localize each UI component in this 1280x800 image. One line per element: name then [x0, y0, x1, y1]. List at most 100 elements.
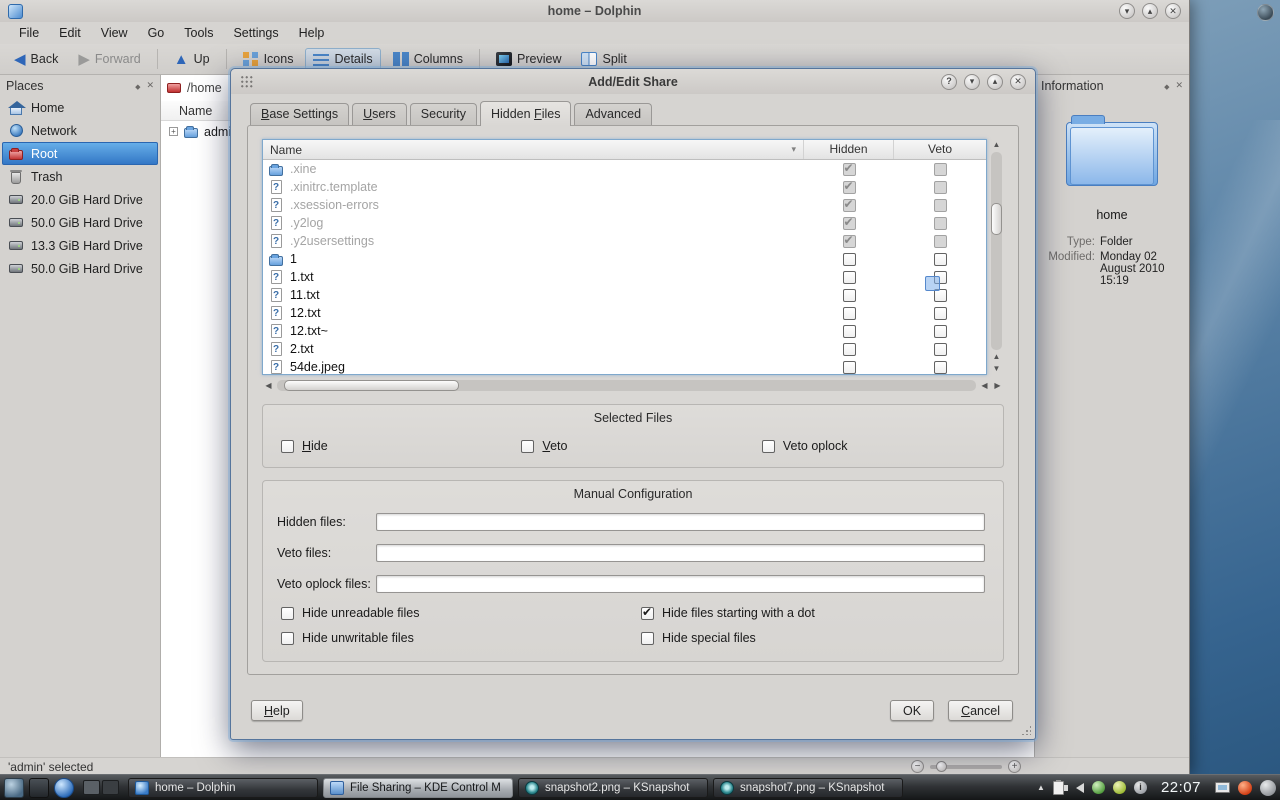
resize-grip[interactable] — [1021, 725, 1031, 735]
place-item[interactable]: Network — [2, 119, 158, 142]
hidden-checkbox[interactable] — [842, 252, 856, 266]
scrollbar-track[interactable] — [277, 380, 976, 391]
file-row[interactable]: 1.txt — [263, 268, 986, 286]
veto-checkbox[interactable] — [933, 180, 947, 194]
task-button[interactable]: File Sharing – KDE Control M — [323, 777, 513, 798]
hidden-checkbox[interactable] — [842, 324, 856, 338]
veto-checkbox[interactable] — [933, 306, 947, 320]
veto-checkbox[interactable] — [933, 234, 947, 248]
device-notifier-icon[interactable] — [1133, 781, 1147, 794]
up-button[interactable]: ▲ Up — [166, 48, 218, 71]
option-checkbox[interactable] — [521, 439, 535, 453]
clipboard-icon[interactable] — [1052, 779, 1064, 795]
dialog-tab[interactable]: Security — [409, 103, 477, 125]
checkbox-option[interactable]: Hide — [281, 439, 521, 453]
zoom-out-icon[interactable]: − — [911, 760, 924, 773]
ok-button[interactable]: OK — [890, 700, 935, 721]
checkbox-option[interactable]: Veto oplock — [761, 439, 1002, 453]
show-desktop-icon[interactable] — [29, 777, 49, 798]
hidden-checkbox[interactable] — [842, 306, 856, 320]
hidden-checkbox[interactable] — [842, 215, 856, 230]
file-row[interactable]: 11.txt — [263, 286, 986, 304]
place-item[interactable]: 50.0 GiB Hard Drive — [2, 257, 158, 280]
scroll-up-icon[interactable] — [990, 139, 1003, 151]
option-checkbox[interactable] — [761, 439, 775, 453]
scrollbar-thumb[interactable] — [283, 380, 459, 391]
details-view-button[interactable]: Details — [305, 48, 381, 70]
file-row[interactable]: 2.txt — [263, 340, 986, 358]
checkbox-option[interactable]: Hide special files — [641, 631, 985, 645]
place-item[interactable]: 20.0 GiB Hard Drive — [2, 188, 158, 211]
option-checkbox[interactable] — [641, 631, 654, 645]
maximize-icon[interactable] — [987, 73, 1003, 90]
name-column-header[interactable]: Name — [263, 140, 804, 159]
menu-item[interactable]: Edit — [50, 24, 90, 42]
place-item[interactable]: 50.0 GiB Hard Drive — [2, 211, 158, 234]
scroll-left-icon[interactable] — [978, 380, 991, 392]
network-status-icon[interactable] — [1091, 781, 1105, 794]
file-row[interactable]: 1 — [263, 250, 986, 268]
file-row[interactable]: .xinitrc.template — [263, 178, 986, 196]
dolphin-titlebar[interactable]: home – Dolphin — [0, 0, 1189, 22]
expander-icon[interactable] — [169, 127, 178, 136]
option-checkbox[interactable] — [281, 606, 294, 620]
veto-checkbox[interactable] — [933, 162, 947, 176]
hidden-checkbox[interactable] — [842, 270, 856, 284]
updates-icon[interactable] — [1238, 780, 1252, 795]
zoom-slider[interactable] — [930, 760, 1002, 772]
panel-float-icon[interactable] — [135, 81, 140, 91]
forward-button[interactable]: ▶ Forward — [70, 48, 148, 71]
option-checkbox[interactable] — [281, 631, 294, 645]
vertical-scrollbar[interactable] — [989, 139, 1004, 375]
dialog-tab[interactable]: Hidden Files — [479, 101, 572, 126]
task-button[interactable]: home – Dolphin — [128, 777, 318, 798]
file-row[interactable]: 54de.jpeg — [263, 358, 986, 374]
clock[interactable]: 22:07 — [1161, 779, 1201, 796]
hidden-checkbox[interactable] — [842, 161, 856, 176]
help-button[interactable]: Help — [251, 700, 303, 721]
close-icon[interactable] — [1010, 73, 1026, 90]
file-row[interactable]: .y2log — [263, 214, 986, 232]
icons-view-button[interactable]: Icons — [235, 48, 302, 70]
volume-icon[interactable] — [1063, 782, 1084, 793]
power-status-icon[interactable] — [1112, 781, 1126, 794]
hidden-checkbox[interactable] — [842, 360, 856, 374]
hidden-column-header[interactable]: Hidden — [804, 140, 894, 159]
location-path[interactable]: /home — [187, 81, 222, 95]
columns-view-button[interactable]: Columns — [385, 48, 471, 70]
preview-button[interactable]: Preview — [488, 48, 569, 70]
maximize-icon[interactable] — [1142, 3, 1158, 19]
scrollbar-track[interactable] — [991, 152, 1002, 350]
file-row[interactable]: .xine — [263, 160, 986, 178]
veto-checkbox[interactable] — [933, 198, 947, 212]
text-field[interactable] — [376, 513, 985, 531]
veto-column-header[interactable]: Veto — [894, 140, 986, 159]
split-button[interactable]: Split — [573, 48, 634, 70]
checkbox-option[interactable]: Veto — [521, 439, 761, 453]
panel-cashew-icon[interactable] — [1260, 779, 1276, 796]
cancel-button[interactable]: Cancel — [948, 700, 1013, 721]
zoom-in-icon[interactable]: + — [1008, 760, 1021, 773]
task-button[interactable]: snapshot2.png – KSnapshot — [518, 777, 708, 798]
checkbox-option[interactable]: Hide files starting with a dot — [641, 605, 985, 620]
checkbox-option[interactable]: Hide unreadable files — [281, 606, 641, 620]
plasma-cashew-icon[interactable] — [1257, 4, 1274, 21]
zoom-slider-handle[interactable] — [936, 760, 947, 772]
text-field[interactable] — [376, 575, 985, 593]
place-item[interactable]: 13.3 GiB Hard Drive — [2, 234, 158, 257]
option-checkbox[interactable] — [641, 605, 654, 620]
scroll-down-icon[interactable] — [990, 363, 1003, 375]
menu-item[interactable]: Help — [290, 24, 334, 42]
pager-desktop-1[interactable] — [83, 780, 100, 795]
task-button[interactable]: snapshot7.png – KSnapshot — [713, 777, 903, 798]
scroll-up-icon[interactable] — [990, 351, 1003, 363]
scroll-left-icon[interactable] — [262, 380, 275, 392]
root-crumb-icon[interactable] — [167, 83, 181, 93]
menu-item[interactable]: File — [10, 24, 48, 42]
veto-checkbox[interactable] — [933, 360, 947, 374]
horizontal-scrollbar[interactable] — [262, 379, 1004, 392]
hidden-checkbox[interactable] — [842, 197, 856, 212]
file-row[interactable]: .xsession-errors — [263, 196, 986, 214]
veto-checkbox[interactable] — [933, 342, 947, 356]
tray-expand-icon[interactable] — [1037, 783, 1045, 792]
